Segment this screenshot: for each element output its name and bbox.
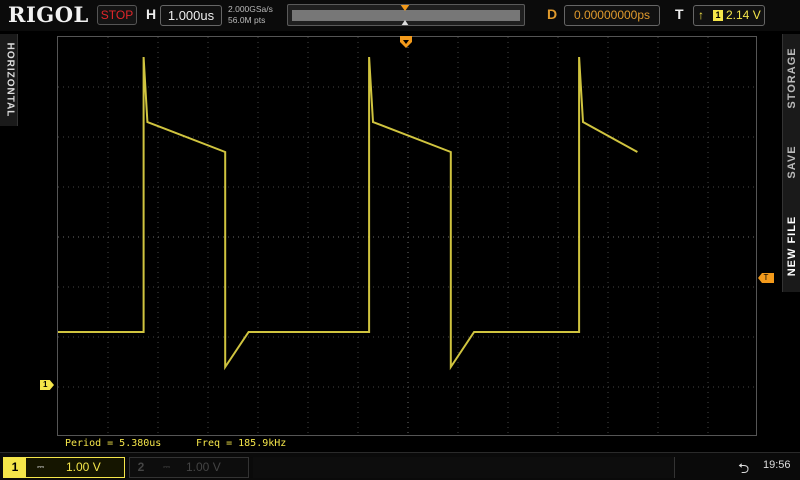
horizontal-label: H bbox=[146, 6, 157, 22]
menu-item-storage[interactable]: STORAGE bbox=[786, 47, 798, 108]
top-status-bar: RIGOL STOP H 1.000us 2.000GSa/s 56.0M pt… bbox=[0, 0, 800, 31]
storage-menu-tab[interactable]: STORAGE SAVE NEW FILE bbox=[782, 34, 800, 292]
trigger-source: 1 bbox=[713, 10, 723, 21]
channel-1-button[interactable]: 1 ⎓ 1.00 V bbox=[3, 457, 125, 478]
acquisition-info: 2.000GSa/s 56.0M pts bbox=[228, 4, 273, 26]
sample-rate: 2.000GSa/s bbox=[228, 4, 273, 14]
trigger-position-marker[interactable] bbox=[400, 36, 412, 50]
channel-bar: 1 ⎓ 1.00 V 2 ⎓ 1.00 V bbox=[0, 452, 800, 480]
channel-1-number: 1 bbox=[4, 458, 26, 477]
horizontal-menu-tab[interactable]: HORIZONTAL bbox=[0, 34, 18, 126]
channel-bar-spacer bbox=[253, 457, 675, 478]
dc-coupling-icon: ⎓ bbox=[163, 462, 171, 472]
waveform-display[interactable] bbox=[57, 36, 758, 437]
brand-logo: RIGOL bbox=[8, 2, 89, 27]
delay-label: D bbox=[547, 6, 558, 22]
channel-2-number: 2 bbox=[137, 460, 145, 474]
channel-1-scale: 1.00 V bbox=[66, 460, 101, 474]
channel-2-scale: 1.00 V bbox=[186, 460, 221, 474]
delay-value[interactable]: 0.00000000ps bbox=[564, 5, 660, 26]
dc-coupling-icon: ⎓ bbox=[37, 462, 45, 472]
waveform-svg bbox=[58, 37, 758, 437]
horizontal-scale[interactable]: 1.000us bbox=[160, 5, 222, 26]
memory-depth: 56.0M pts bbox=[228, 15, 266, 25]
menu-item-save[interactable]: SAVE bbox=[786, 145, 798, 178]
period-measurement: Period = 5.380us bbox=[65, 438, 162, 449]
channel-1-trace bbox=[58, 56, 638, 371]
clock: 19:56 bbox=[763, 459, 791, 471]
horizontal-menu-label: HORIZONTAL bbox=[4, 42, 16, 118]
overview-position-marker bbox=[401, 20, 409, 25]
overview-trigger-marker bbox=[400, 5, 410, 11]
trigger-level-marker[interactable]: T bbox=[758, 273, 774, 283]
channel-1-ground-marker[interactable]: 1 bbox=[40, 380, 54, 390]
run-stop-indicator[interactable]: STOP bbox=[97, 5, 137, 25]
frequency-measurement: Freq = 185.9kHz bbox=[196, 438, 287, 449]
usb-icon: ⮌ bbox=[738, 460, 750, 476]
trigger-setting[interactable]: ↑ 1 2.14 V bbox=[693, 5, 765, 26]
memory-overview[interactable] bbox=[287, 4, 525, 26]
trigger-label: T bbox=[675, 6, 684, 22]
trigger-level: 2.14 V bbox=[726, 8, 761, 22]
channel-2-button[interactable]: 2 ⎓ 1.00 V bbox=[129, 457, 249, 478]
rising-edge-icon: ↑ bbox=[698, 8, 704, 22]
menu-item-new-file[interactable]: NEW FILE bbox=[786, 216, 798, 277]
